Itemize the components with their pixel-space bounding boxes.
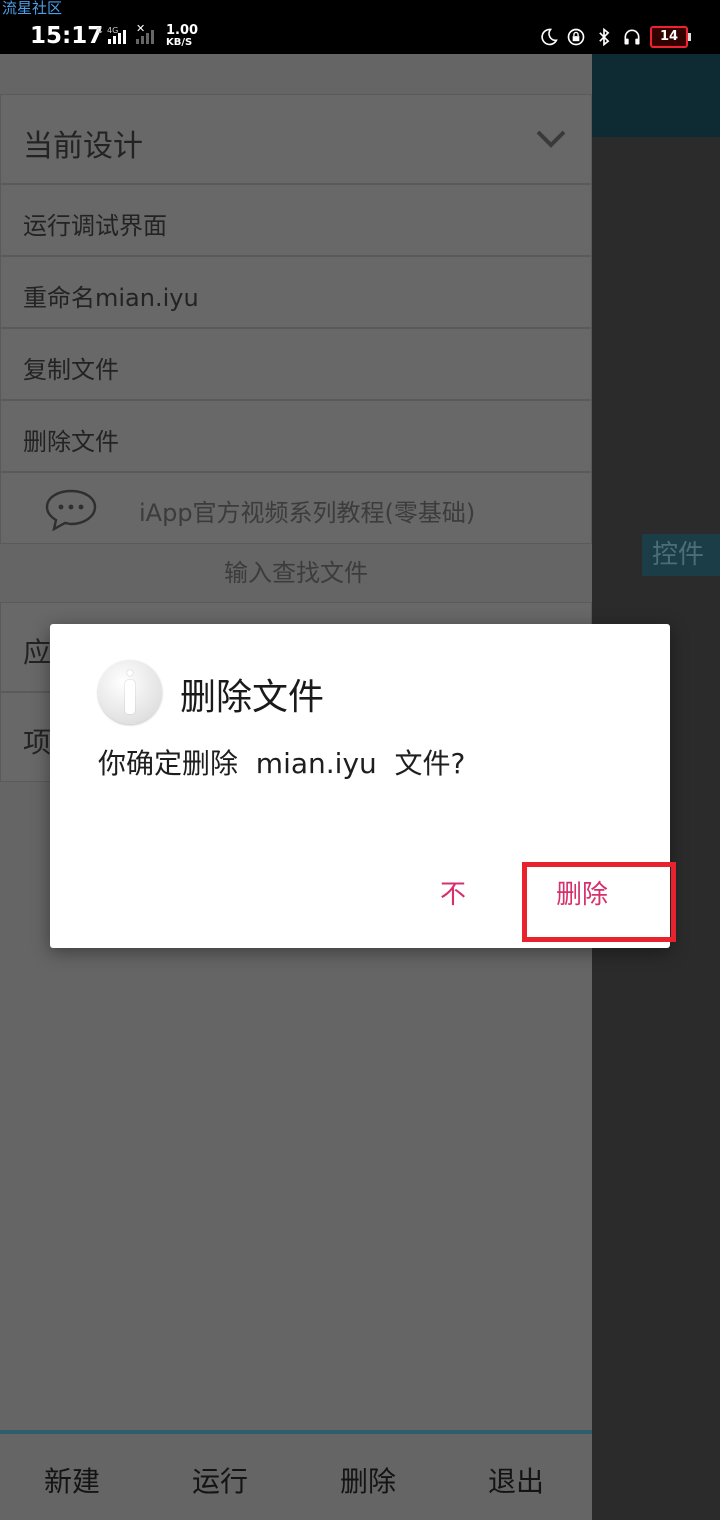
cancel-button[interactable]: 不 [440, 874, 466, 911]
section-label: 应 [23, 636, 52, 669]
chat-bubble-icon [45, 489, 97, 532]
menu-item-label: 复制文件 [23, 356, 119, 384]
dialog-title: 删除文件 [180, 677, 325, 718]
status-icons: 14 [538, 24, 691, 50]
lock-rotation-icon [567, 28, 585, 46]
menu-item-delete-file[interactable]: 删除文件 [0, 400, 592, 472]
menu-item-run-debug[interactable]: 运行调试界面 [0, 184, 592, 256]
status-time: 15:17 [30, 23, 104, 49]
tutorial-link[interactable]: iApp官方视频系列教程(零基础) [0, 472, 592, 544]
file-search-input[interactable]: 输入查找文件 [0, 544, 592, 602]
menu-item-label: 运行调试界面 [23, 212, 167, 240]
bottom-toolbar: 新建 运行 删除 退出 [0, 1430, 592, 1520]
highlight-box [522, 862, 676, 942]
info-icon [98, 660, 162, 724]
menu-item-label: 删除文件 [23, 428, 119, 456]
network-speed: 1.00 KB/S [166, 23, 199, 48]
background-toolbar [592, 54, 720, 137]
current-design-label: 当前设计 [23, 129, 143, 164]
new-button[interactable]: 新建 [44, 1460, 100, 1500]
bluetooth-icon [599, 27, 610, 47]
exit-button[interactable]: 退出 [488, 1460, 544, 1500]
menu-item-rename[interactable]: 重命名mian.iyu [0, 256, 592, 328]
menu-item-label: 重命名mian.iyu [23, 284, 199, 312]
headphones-icon [624, 29, 640, 45]
tutorial-label: iApp官方视频系列教程(零基础) [139, 499, 476, 527]
battery-icon: 14 [650, 26, 691, 48]
drawer-top-spacer [0, 54, 592, 94]
controls-label: 控件 [642, 534, 720, 576]
chevron-down-icon [536, 130, 566, 148]
section-label: 项 [23, 726, 52, 759]
status-bar: 流星社区 15:17 ⇅ 4G ✕ 1.00 KB/S 14 [0, 0, 720, 54]
current-design-header[interactable]: 当前设计 [0, 94, 592, 184]
moon-icon [541, 28, 558, 46]
menu-item-copy-file[interactable]: 复制文件 [0, 328, 592, 400]
run-button[interactable]: 运行 [192, 1460, 248, 1500]
dialog-message: 你确定删除 mian.iyu 文件? [98, 747, 466, 780]
watermark-text: 流星社区 [2, 0, 63, 17]
delete-button[interactable]: 删除 [340, 1460, 396, 1500]
